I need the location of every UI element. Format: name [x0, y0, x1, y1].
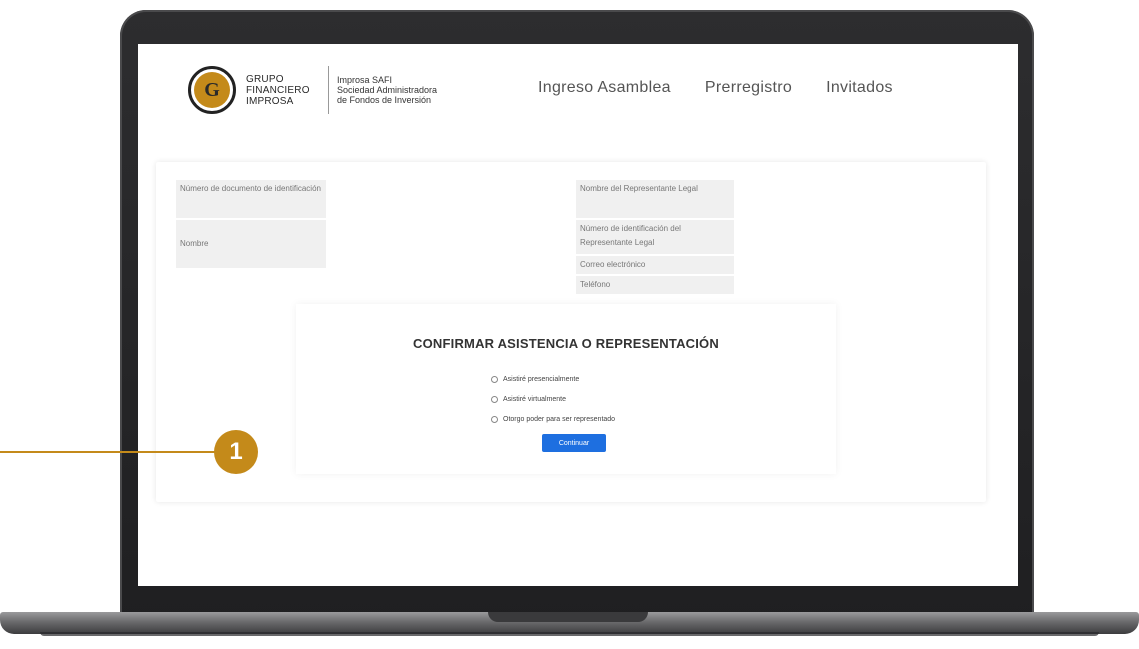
logo-sub2: Sociedad Administradora	[337, 85, 438, 95]
nav-prerregistro[interactable]: Prerregistro	[705, 79, 792, 97]
laptop-notch	[488, 612, 648, 622]
logo[interactable]: G GRUPO FINANCIERO IMPROSA Improsa SAFI …	[188, 61, 478, 119]
logo-line2: FINANCIERO	[246, 84, 310, 96]
nav-ingreso-asamblea[interactable]: Ingreso Asamblea	[538, 79, 671, 97]
option-virtual-label: Asistiré virtualmente	[503, 396, 567, 403]
field-label-rep-name: Nombre del Representante Legal	[576, 180, 734, 218]
callout-number-badge: 1	[214, 430, 258, 474]
main-nav: Ingreso Asamblea Prerregistro Invitados	[538, 79, 893, 97]
radio-poder[interactable]	[491, 416, 498, 423]
confirm-title: CONFIRMAR ASISTENCIA O REPRESENTACIÓN	[413, 336, 719, 351]
logo-mark-icon: G	[188, 66, 236, 114]
logo-name: GRUPO FINANCIERO IMPROSA	[246, 74, 322, 107]
logo-line1: GRUPO	[246, 73, 284, 85]
field-label-rep-id: Número de identificación del Representan…	[576, 220, 734, 254]
option-poder-label: Otorgo poder para ser representado	[503, 416, 616, 423]
callout-line	[0, 451, 215, 453]
option-presencial-label: Asistiré presencialmente	[503, 376, 580, 383]
option-poder[interactable]: Otorgo poder para ser representado	[491, 416, 615, 423]
field-label-document: Número de documento de identificación	[176, 180, 326, 218]
logo-sub1: Improsa SAFI	[337, 75, 393, 85]
option-virtual[interactable]: Asistiré virtualmente	[491, 396, 566, 403]
site-header: G GRUPO FINANCIERO IMPROSA Improsa SAFI …	[138, 44, 1018, 144]
laptop-screen: G GRUPO FINANCIERO IMPROSA Improsa SAFI …	[138, 44, 1018, 586]
logo-line3: IMPROSA	[246, 95, 294, 107]
nav-invitados[interactable]: Invitados	[826, 79, 893, 97]
field-label-email: Correo electrónico	[576, 256, 734, 274]
logo-divider	[328, 66, 329, 114]
continue-button[interactable]: Continuar	[542, 434, 606, 452]
field-label-name: Nombre	[176, 220, 326, 268]
radio-virtual[interactable]	[491, 396, 498, 403]
logo-sub3: de Fondos de Inversión	[337, 95, 432, 105]
radio-presencial[interactable]	[491, 376, 498, 383]
registration-panel: Número de documento de identificación No…	[156, 162, 986, 502]
logo-subtitle: Improsa SAFI Sociedad Administradora de …	[337, 75, 457, 105]
laptop-base-shadow	[40, 632, 1099, 636]
confirm-box: CONFIRMAR ASISTENCIA O REPRESENTACIÓN As…	[296, 304, 836, 474]
option-presencial[interactable]: Asistiré presencialmente	[491, 376, 579, 383]
field-label-phone: Teléfono	[576, 276, 734, 294]
